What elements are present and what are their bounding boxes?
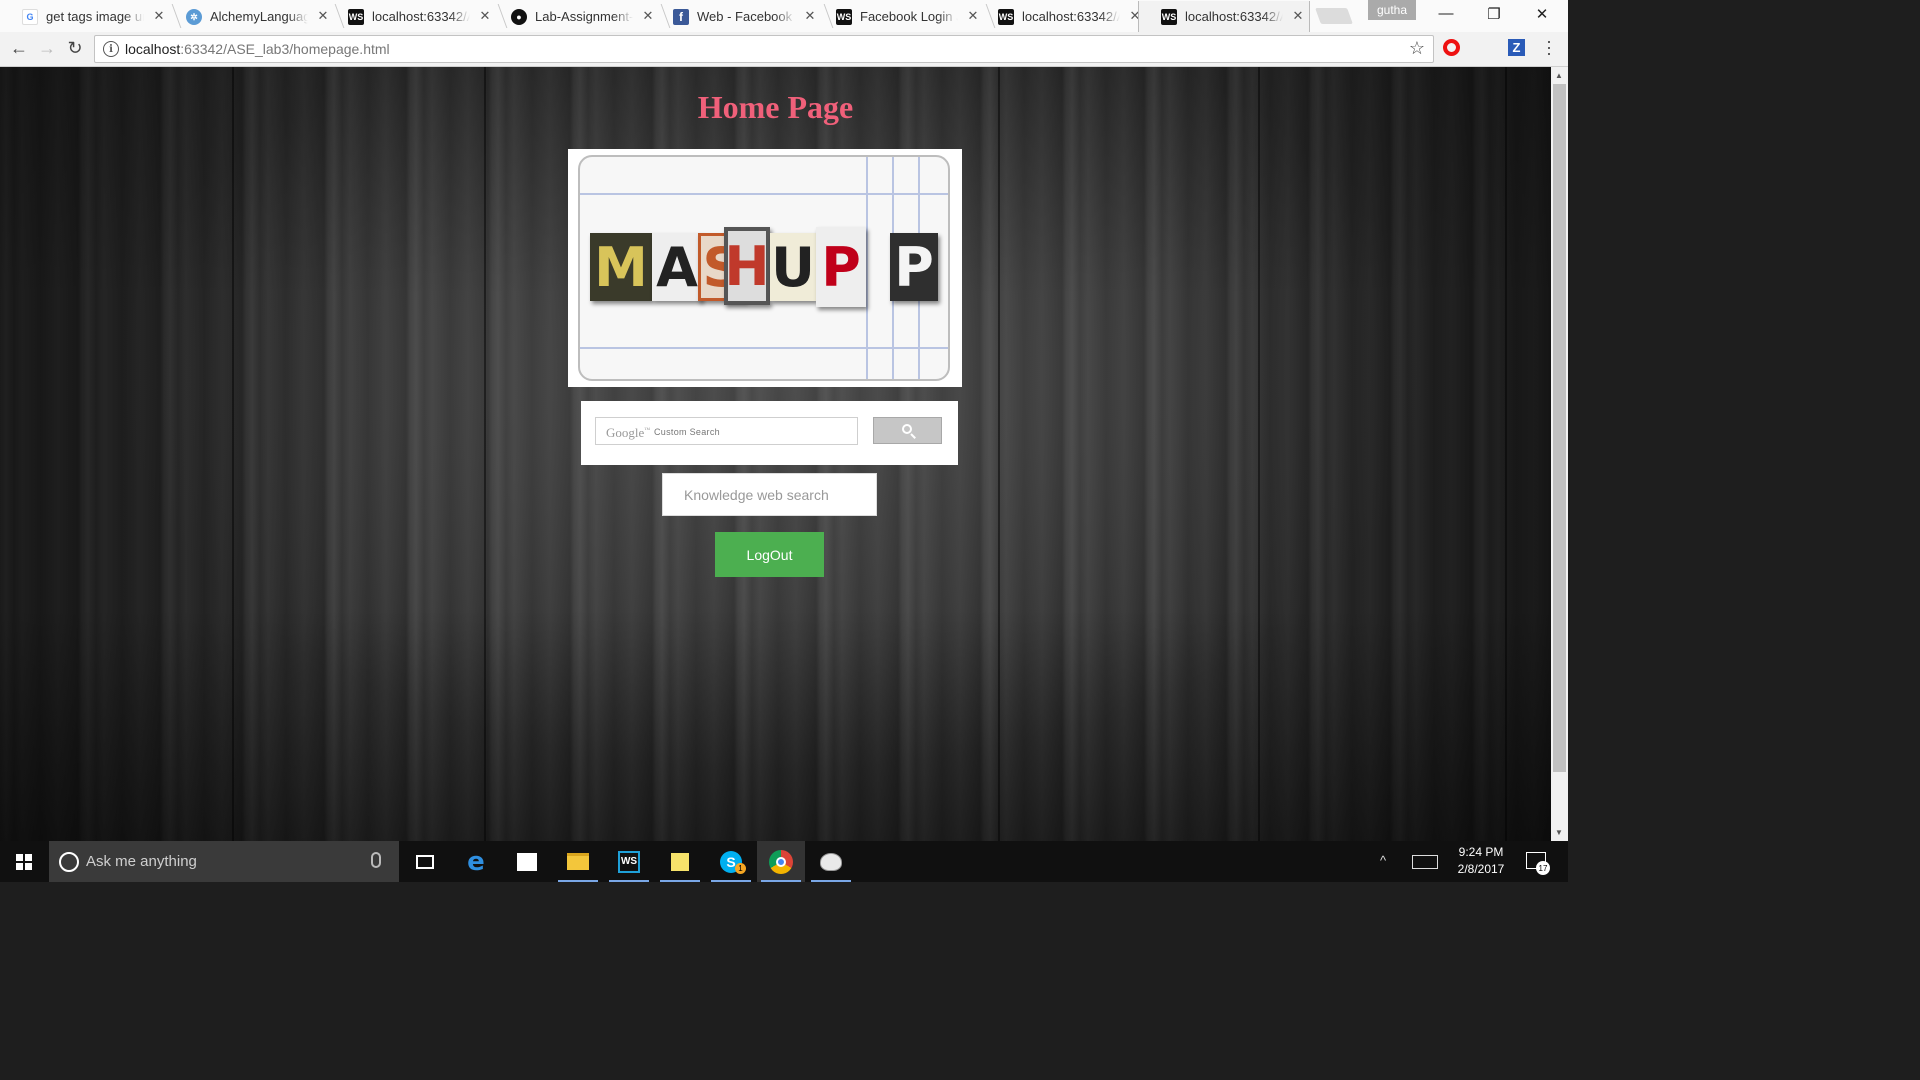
page-viewport: Home Page M A S H U P P Google™ Custom S… [0,67,1551,841]
forward-icon[interactable]: → [36,38,58,59]
custom-search-button[interactable] [873,417,942,444]
new-tab-button[interactable] [1315,8,1353,24]
wood-plank-seam [1258,67,1260,841]
google-brand-label: Google™ [606,425,650,441]
github-icon: ● [511,9,527,25]
tab-label: Facebook Login JavaScript [860,9,958,24]
window-close-icon[interactable]: ✕ [1532,5,1552,23]
vertical-scrollbar[interactable]: ▲ ▼ [1551,67,1568,841]
cortana-icon [59,852,79,872]
browser-tab[interactable]: WS localhost:63342/ASE ✕ [976,1,1142,32]
scroll-down-arrow-icon[interactable]: ▼ [1555,828,1563,837]
custom-search-input[interactable]: Google™ Custom Search [595,417,858,445]
windows-logo-icon [16,853,32,870]
system-clock[interactable]: 9:24 PM 2/8/2017 [1446,844,1516,878]
browser-tab[interactable]: G get tags image url ✕ [0,1,166,32]
browser-tab[interactable]: WS Facebook Login JavaScript ✕ [814,1,980,32]
url-path: :63342/ASE_lab3/homepage.html [180,41,390,57]
url-host: localhost [125,41,181,57]
address-bar[interactable]: i localhost:63342/ASE_lab3/homepage.html… [94,35,1434,63]
back-icon[interactable]: ← [8,38,30,59]
webstorm-icon[interactable]: WS [605,841,653,882]
opera-icon[interactable] [1443,39,1460,56]
close-icon[interactable]: ✕ [1291,8,1305,24]
start-button[interactable] [0,841,48,882]
browser-toolbar: ← → ↻ i localhost:63342/ASE_lab3/homepag… [0,32,1568,67]
webstorm-icon: WS [998,9,1014,25]
paint-icon[interactable] [807,841,855,882]
logout-button[interactable]: LogOut [715,532,824,577]
browser-tab[interactable]: ● Lab-Assignment-ASE ✕ [489,1,655,32]
browser-tab-active[interactable]: WS localhost:63342/ASE ✕ [1138,1,1310,32]
webstorm-icon: WS [836,9,852,25]
alchemy-icon: ✲ [186,9,202,25]
skype-badge: 1 [735,863,746,874]
wood-plank-seam [1505,67,1507,841]
logo-letter: M [590,233,652,301]
notification-count-badge: 17 [1536,861,1550,875]
browser-menu-icon[interactable]: · · · [1544,32,1554,62]
info-icon[interactable]: i [103,41,119,57]
custom-search-placeholder: Custom Search [654,427,720,437]
tab-label: localhost:63342/ASE [1185,9,1283,24]
paper-margin-line [866,157,868,379]
wood-plank-seam [998,67,1000,841]
chrome-icon[interactable] [757,841,805,882]
tab-label: Web - Facebook Login [697,9,795,24]
trademark-mark: ™ [644,427,651,434]
tab-label: AlchemyLanguage [210,9,308,24]
bookmark-star-icon[interactable]: ☆ [1409,38,1425,59]
store-icon[interactable] [503,841,551,882]
tab-label: get tags image url [46,9,144,24]
file-explorer-icon[interactable] [554,841,602,882]
reload-icon[interactable]: ↻ [64,38,86,59]
cortana-search-box[interactable]: Ask me anything [49,841,399,882]
logo-letter: P [890,233,938,301]
scroll-up-arrow-icon[interactable]: ▲ [1555,71,1563,80]
z-extension-icon[interactable]: Z [1508,39,1525,56]
windows-taskbar: Ask me anything e WS S 1 ^ 9:24 PM 2/8/2… [0,841,1568,882]
logo-letter: P [816,227,866,307]
keyboard-icon[interactable] [1412,855,1438,869]
wood-plank-seam [484,67,486,841]
microphone-icon[interactable] [371,852,381,868]
webstorm-icon: WS [1161,9,1177,25]
mashup-logo-image: M A S H U P P [568,149,962,387]
profile-button[interactable]: gutha [1368,0,1416,20]
logo-letter: U [770,233,816,301]
search-icon-handle [910,433,916,439]
task-view-icon[interactable] [401,841,449,882]
clock-time: 9:24 PM [1458,845,1504,859]
edge-icon[interactable]: e [452,841,500,882]
clock-date: 2/8/2017 [1457,862,1505,876]
knowledge-search-input[interactable]: Knowledge web search [662,473,877,516]
skype-icon[interactable]: S 1 [707,841,755,882]
browser-tab[interactable]: f Web - Facebook Login ✕ [651,1,817,32]
search-icon [902,424,912,434]
google-brand-text: Google [606,425,645,440]
restore-icon[interactable]: ❐ [1484,5,1504,23]
show-hidden-icons-icon[interactable]: ^ [1380,853,1386,868]
logo-letter: H [724,227,770,305]
minimize-icon[interactable]: — [1436,5,1456,22]
browser-tab[interactable]: ✲ AlchemyLanguage ✕ [164,1,330,32]
facebook-icon: f [673,9,689,25]
tab-label: localhost:63342/ASE [372,9,470,24]
logo-letter: A [652,233,702,301]
google-custom-search: Google™ Custom Search [581,401,958,465]
webstorm-icon: WS [348,9,364,25]
wood-plank-seam [232,67,234,841]
page-title: Home Page [697,89,854,125]
scrollbar-thumb[interactable] [1553,84,1566,772]
sticky-notes-icon[interactable] [656,841,704,882]
browser-tab-strip: G get tags image url ✕ ✲ AlchemyLanguage… [0,0,1568,32]
address-url[interactable]: localhost:63342/ASE_lab3/homepage.html [125,41,390,57]
cortana-placeholder: Ask me anything [86,853,197,870]
tab-label: localhost:63342/ASE [1022,9,1120,24]
logo-paper: M A S H U P P [578,155,950,381]
tab-label: Lab-Assignment-ASE [535,9,633,24]
browser-tab[interactable]: WS localhost:63342/ASE ✕ [326,1,492,32]
google-icon: G [22,9,38,25]
